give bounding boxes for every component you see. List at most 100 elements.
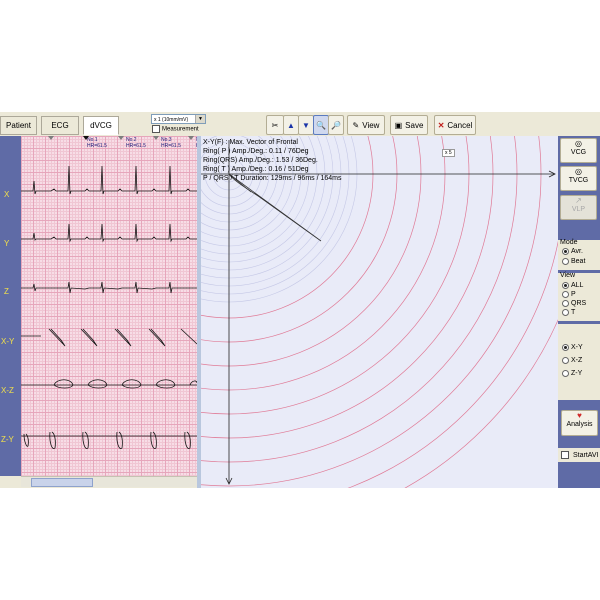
floppy-icon: ▣ [394,120,403,130]
scrollbar-thumb[interactable] [31,478,93,487]
view-button[interactable]: ✎ View [347,115,385,135]
beat-marker-triangle [83,136,89,140]
mode-option-avr[interactable]: Avr. [562,248,583,255]
measurement-checkbox[interactable]: Measurement [152,125,199,134]
measurement-label: Measurement [162,126,199,133]
tab-label: Patient [6,121,31,130]
plane-option-xy[interactable]: X-Y [562,344,583,351]
tvcg-icon: ◎ [575,167,582,176]
gain-select[interactable]: x 1 (10mm/mV) ▼ [151,114,206,124]
radio-icon [562,282,569,289]
lead-xy-loops [21,328,197,347]
option-label: X-Y [571,344,583,351]
up-button[interactable]: ▲ [283,115,299,135]
ecg-traces [21,136,197,449]
view-option-all[interactable]: ALL [562,282,583,289]
vcg-label: VCG [570,149,587,156]
vlp-label: VLP [571,206,586,213]
start-avi-row: StartAVI [558,448,600,462]
scale-badge: x 5 [442,149,455,157]
beat-marker-triangle [153,136,159,140]
radio-icon [562,357,569,364]
vcg-button[interactable]: ◎ VCG [560,138,597,163]
mode-group: Mode Avr. Beat [558,239,600,270]
radio-icon [562,248,569,255]
plane-option-zy[interactable]: Z-Y [562,370,582,377]
lead-label: X-Y [1,337,15,346]
option-label: QRS [571,300,587,307]
option-label: X-Z [571,357,583,364]
vector-plot-canvas [201,136,558,488]
analysis-button[interactable]: ♥ Analysis [561,410,598,436]
option-label: Avr. [571,248,583,255]
tab-ecg[interactable]: ECG [41,116,79,135]
vlp-button[interactable]: ↗ VLP [560,195,597,220]
info-line: P / QRS / T Duration: 129ms / 96ms / 164… [203,175,342,182]
vcg-application: Patient ECG dVCG x 1 (10mm/mV) ▼ Measurem… [0,112,600,488]
radio-icon [562,258,569,265]
right-control-panel: ◎ VCG ◎ TVCG ↗ VLP Mode Avr. Beat View ALL … [558,136,600,488]
ecg-panel: X Y Z X-Y X-Z Z-Y No.1 HR=61.5 No.2 HR=61.… [0,136,201,488]
lead-label: Z-Y [1,435,14,444]
plane-group: X-Y X-Z Z-Y [558,324,600,400]
beat-marker-triangle [48,136,54,140]
view-label: View [362,120,380,130]
save-label: Save [405,120,424,130]
start-avi-checkbox[interactable]: StartAVI [561,451,599,459]
view-option-p[interactable]: P [562,291,576,298]
lead-zy-loops [21,431,197,449]
pen-icon: ✎ [352,120,360,130]
vlp-icon: ↗ [575,196,582,205]
toolbar: Patient ECG dVCG x 1 (10mm/mV) ▼ Measurem… [0,112,600,137]
radio-icon [562,344,569,351]
tab-label: dVCG [90,121,112,130]
info-line: Ring( T ) Amp./Deg.: 0.16 / 51Deg [203,166,309,173]
view-option-qrs[interactable]: QRS [562,300,586,307]
scissors-icon: ✂ [271,120,279,130]
view-option-t[interactable]: T [562,309,575,316]
option-label: P [571,291,576,298]
save-button[interactable]: ▣ Save [390,115,428,135]
plane-option-xz[interactable]: X-Z [562,357,582,364]
lead-x-trace [21,165,197,195]
arrow-up-icon: ▲ [287,120,295,130]
checkbox-box [152,125,160,133]
radio-icon [562,291,569,298]
lead-xz-loops [21,379,197,389]
cancel-label: Cancel [447,120,473,130]
info-line: Ring( P ) Amp./Deg.: 0.11 / 76Deg [203,148,309,155]
close-icon: ✕ [437,120,445,130]
vector-plot[interactable]: X-Y(F) : Max. Vector of Frontal Ring( P … [201,136,558,488]
radio-icon [562,300,569,307]
cancel-button[interactable]: ✕ Cancel [434,115,476,135]
tab-patient[interactable]: Patient [0,116,37,135]
cut-button[interactable]: ✂ [266,115,284,135]
start-avi-label: StartAVI [573,451,599,459]
radio-icon [562,309,569,316]
tvcg-button[interactable]: ◎ TVCG [560,166,597,191]
lead-z-trace [21,281,197,294]
tab-label: ECG [51,121,69,130]
tab-dvcg[interactable]: dVCG [83,116,119,135]
lead-label-column: X Y Z X-Y X-Z Z-Y [0,136,21,476]
vector-info: X-Y(F) : Max. Vector of Frontal Ring( P … [203,138,342,183]
horizontal-scrollbar[interactable] [21,476,197,487]
ecg-grid[interactable]: No.1HR=61.5 No.2HR=61.5 No.3HR=61.5 NoHR [21,136,197,476]
vcg-icon: ◎ [575,139,582,148]
analysis-label: Analysis [566,421,593,428]
gain-value: x 1 (10mm/mV) [154,117,189,123]
option-label: T [571,309,576,316]
zoom-out-button[interactable]: 🔎 [328,115,344,135]
radio-icon [562,370,569,377]
beat-marker-triangle [188,136,194,140]
info-line: X-Y(F) : Max. Vector of Frontal [203,139,298,146]
zoom-in-icon: 🔍 [316,120,326,130]
down-button[interactable]: ▼ [298,115,314,135]
view-title: View [560,272,576,279]
zoom-out-icon: 🔎 [331,120,341,130]
info-line: Ring(QRS) Amp./Deg.: 1.53 / 36Deg. [203,157,318,164]
lead-label: X-Z [1,386,14,395]
amplitude-arcs [201,136,558,488]
zoom-in-button[interactable]: 🔍 [313,115,329,135]
mode-option-beat[interactable]: Beat [562,258,585,265]
